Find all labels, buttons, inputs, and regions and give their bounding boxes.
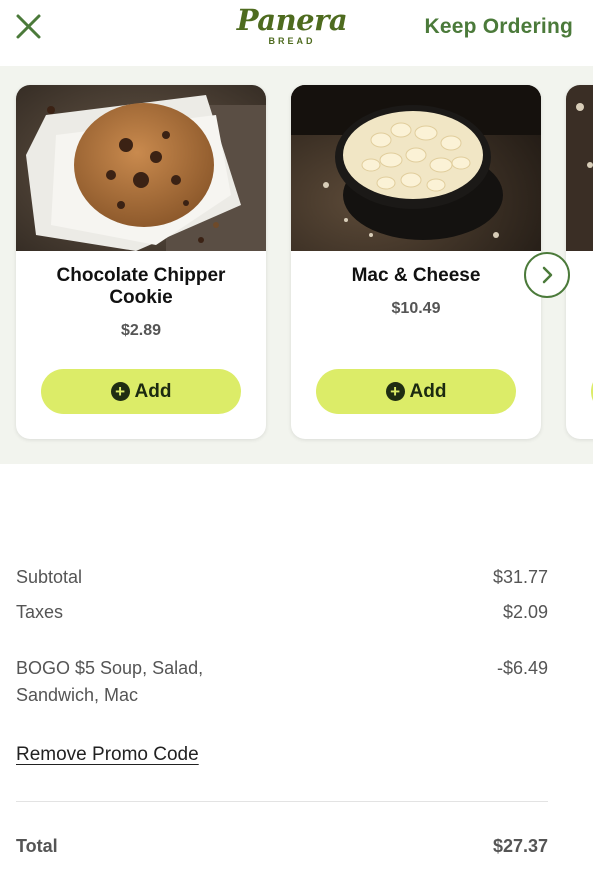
subtotal-value: $31.77 — [492, 567, 548, 587]
logo-wordmark: Panera — [236, 3, 348, 37]
taxes-value: $2.09 — [502, 602, 548, 622]
subtotal-label: Subtotal — [16, 567, 83, 587]
total-row: Total $27.37 — [16, 836, 548, 857]
add-button-cookie[interactable]: + Add — [41, 369, 241, 414]
product-name: Mac & Cheese — [351, 265, 481, 286]
promo-value: -$6.49 — [496, 658, 548, 678]
product-image-partial — [566, 85, 593, 251]
chevron-right-icon[interactable] — [524, 252, 570, 298]
product-card-mac-cheese[interactable]: Mac & Cheese $10.49 + Add — [291, 85, 541, 439]
taxes-row: Taxes $2.09 — [16, 602, 548, 623]
product-price: $2.89 — [120, 322, 162, 339]
total-label: Total — [16, 836, 58, 856]
product-name: Chocolate Chipper Cookie — [56, 265, 226, 308]
total-value: $27.37 — [492, 836, 548, 856]
plus-icon: + — [110, 382, 130, 401]
product-card-cookie[interactable]: Chocolate Chipper Cookie $2.89 + Add — [16, 85, 266, 439]
taxes-label: Taxes — [16, 602, 64, 622]
cookie-image — [16, 85, 266, 251]
subtotal-row: Subtotal $31.77 — [16, 567, 548, 588]
close-icon[interactable] — [14, 12, 44, 42]
add-label: Add — [409, 380, 447, 402]
promo-label: BOGO $5 Soup, Salad, Sandwich, Mac — [16, 658, 204, 705]
upsell-carousel[interactable]: Chocolate Chipper Cookie $2.89 + Add Mac… — [0, 66, 593, 464]
remove-promo-code-link[interactable]: Remove Promo Code — [16, 744, 199, 766]
add-button-mac-cheese[interactable]: + Add — [316, 369, 516, 414]
header: Panera BREAD Keep Ordering — [0, 0, 593, 66]
product-price: $10.49 — [391, 300, 441, 317]
add-label: Add — [134, 380, 172, 402]
keep-ordering-link[interactable]: Keep Ordering — [425, 15, 573, 39]
promo-row: BOGO $5 Soup, Salad, Sandwich, Mac -$6.4… — [16, 655, 548, 709]
product-card-partial[interactable] — [566, 85, 593, 439]
mac-cheese-image — [291, 85, 541, 251]
logo-subtext: BREAD — [268, 36, 316, 46]
divider — [16, 801, 548, 802]
plus-icon: + — [385, 382, 405, 401]
panera-logo: Panera BREAD — [236, 4, 348, 52]
